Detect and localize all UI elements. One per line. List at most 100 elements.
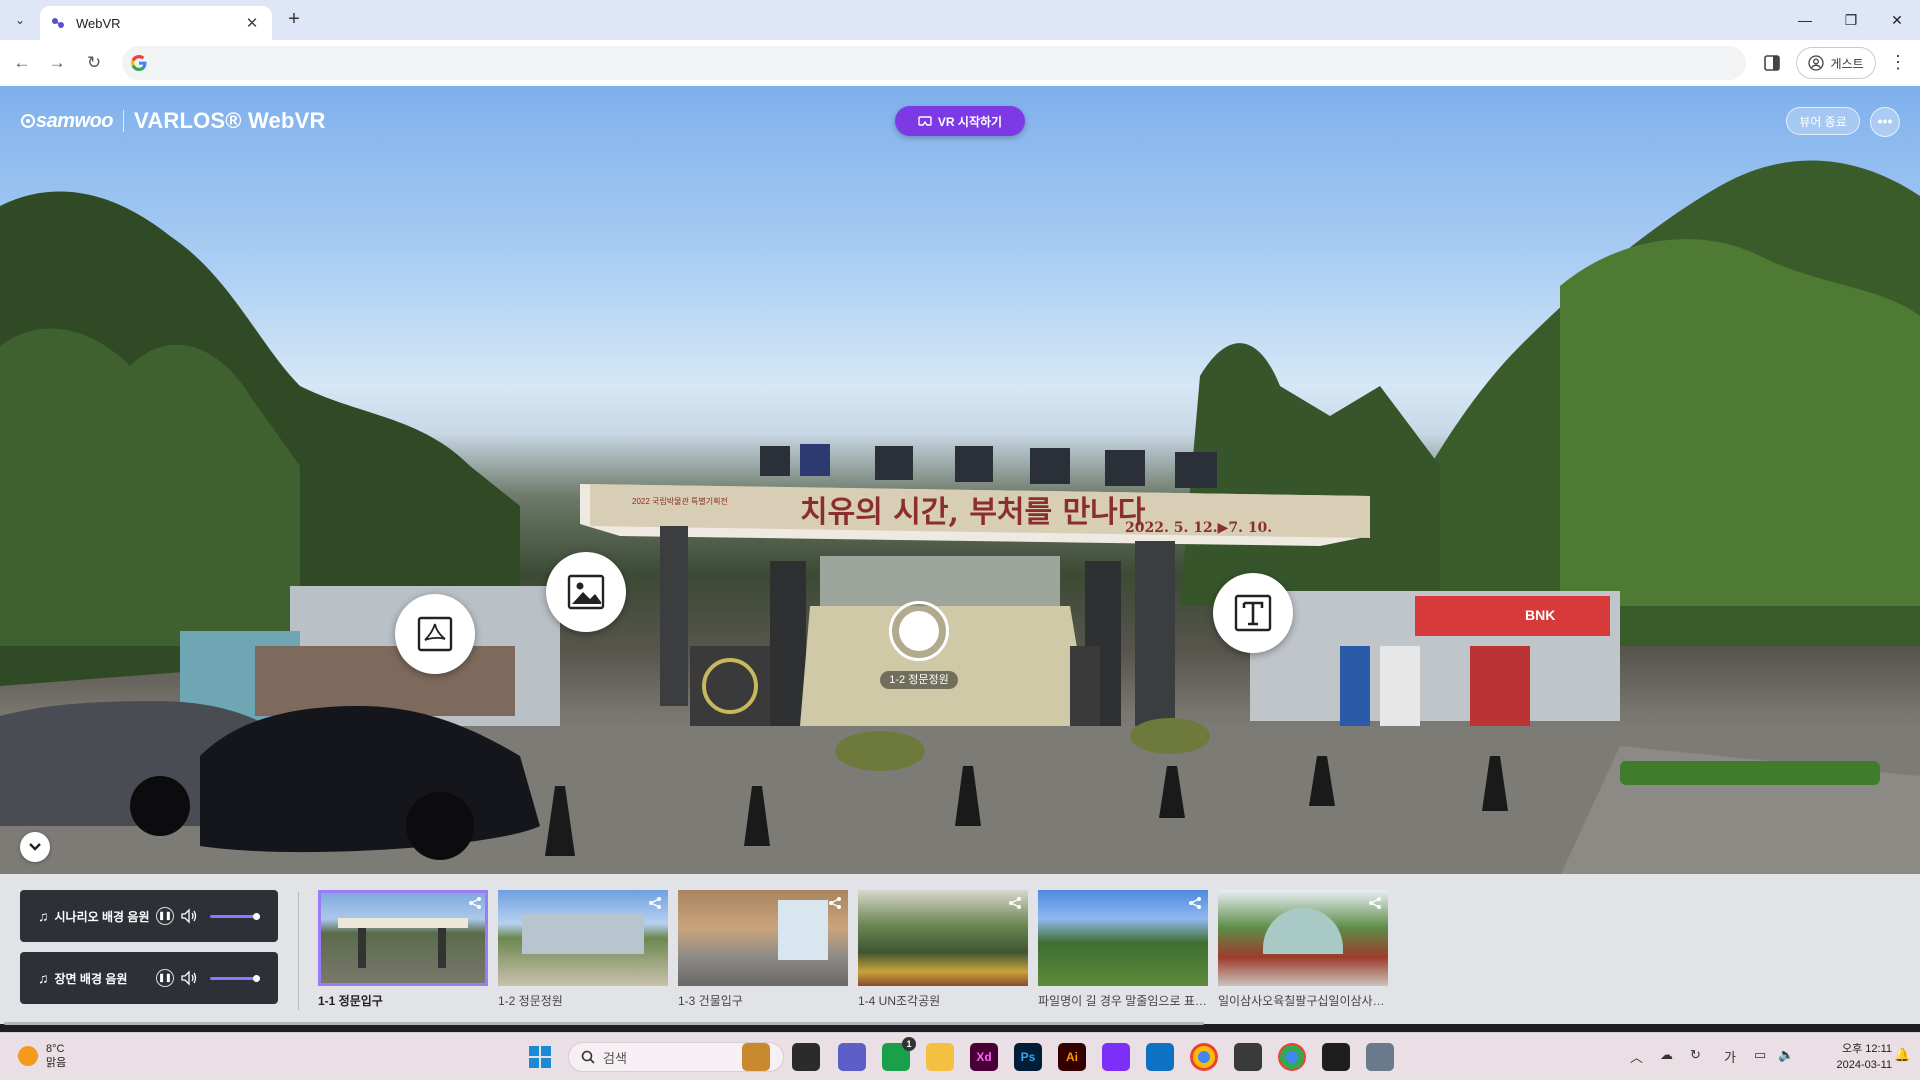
scene-caption: 1-1 정문입구 xyxy=(318,994,383,1008)
scene-caption: 파일명이 길 경우 말줄임으로 표시... xyxy=(1038,994,1208,1008)
exit-viewer-button[interactable]: 뷰어 종료 xyxy=(1786,107,1860,135)
speaker-icon[interactable] xyxy=(180,907,198,925)
scene-thumbnail-image xyxy=(1038,890,1208,986)
music-note-icon: ♫ xyxy=(38,970,49,986)
calculator-icon[interactable] xyxy=(1366,1043,1394,1071)
figma-icon[interactable] xyxy=(1322,1043,1350,1071)
start-vr-button[interactable]: VR 시작하기 xyxy=(895,106,1025,136)
scene-thumbnail[interactable]: 1-1 정문입구 xyxy=(318,890,488,1009)
task-view-icon[interactable] xyxy=(792,1043,820,1071)
reload-icon[interactable]: ↻ xyxy=(82,51,106,75)
panel-divider xyxy=(298,892,299,1010)
scene-thumbnail-image xyxy=(678,890,848,986)
scene-move-hotspot[interactable] xyxy=(889,601,949,661)
pause-icon[interactable]: ❚❚ xyxy=(156,969,174,987)
webvr-favicon-icon xyxy=(52,18,64,28)
briefcase-icon[interactable] xyxy=(742,1043,770,1071)
scene-thumbnail[interactable]: 1-2 정문정원 xyxy=(498,890,668,1009)
minimize-icon[interactable]: — xyxy=(1782,0,1828,40)
chrome-profile-icon[interactable] xyxy=(1278,1043,1306,1071)
windows-start-icon[interactable] xyxy=(526,1043,554,1071)
move-hotspot-label: 1-2 정문정원 xyxy=(880,671,958,689)
window-close-icon[interactable]: ✕ xyxy=(1874,0,1920,40)
address-bar[interactable] xyxy=(122,46,1746,80)
more-options-icon[interactable]: ••• xyxy=(1870,107,1900,137)
pdf-document-icon xyxy=(417,616,453,652)
pause-icon[interactable]: ❚❚ xyxy=(156,907,174,925)
illustrator-icon[interactable]: Ai xyxy=(1058,1043,1086,1071)
volume-slider[interactable] xyxy=(210,912,260,920)
browser-menu-icon[interactable]: ⋮ xyxy=(1888,53,1908,73)
scene-caption: 일이삼사오육칠팔구십일이삼사오... xyxy=(1218,994,1388,1008)
search-placeholder: 검색 xyxy=(603,1050,627,1066)
scene-thumbnail-image xyxy=(858,890,1028,986)
scene-panel: ♫ 시나리오 배경 음원 ❚❚ ♫ 장면 배경 음원 ❚❚ 1-1 정문입구 1… xyxy=(0,874,1920,1025)
scene-thumbnail[interactable]: 일이삼사오육칠팔구십일이삼사오... xyxy=(1218,890,1388,1009)
teams-icon[interactable] xyxy=(838,1043,866,1071)
weather-desc: 맑음 xyxy=(46,1057,67,1069)
forward-arrow-icon[interactable]: → xyxy=(45,51,69,75)
share-icon[interactable] xyxy=(1008,896,1022,910)
person-icon xyxy=(1808,55,1825,71)
browser-tab-bar: ⌄ WebVR ✕ + — ❐ ✕ xyxy=(0,0,1920,40)
share-icon[interactable] xyxy=(1368,896,1382,910)
profile-button[interactable]: 게스트 xyxy=(1796,47,1876,79)
vr-panorama-viewer[interactable]: 치유의 시간, 부처를 만나다 2022. 5. 12.▶7. 10. 2022… xyxy=(0,86,1920,874)
sun-icon xyxy=(18,1046,38,1066)
scenario-audio-label: 시나리오 배경 음원 xyxy=(54,909,150,924)
notes-icon[interactable] xyxy=(1234,1043,1262,1071)
chrome-icon[interactable] xyxy=(1190,1043,1218,1071)
share-icon[interactable] xyxy=(468,896,482,910)
share-icon[interactable] xyxy=(1188,896,1202,910)
volume-slider[interactable] xyxy=(210,974,260,982)
vscode-icon[interactable] xyxy=(1146,1043,1174,1071)
thumbnail-scrollbar[interactable] xyxy=(4,1022,1204,1025)
notification-bell-icon[interactable]: 🔔 xyxy=(1894,1047,1910,1063)
tab-close-icon[interactable]: ✕ xyxy=(242,14,262,32)
scene-thumbnail-image xyxy=(498,890,668,986)
chat-app-icon[interactable]: 1 xyxy=(882,1037,916,1071)
brand-title: VARLOS® WebVR xyxy=(134,108,326,133)
shop-sign: BNK xyxy=(1525,607,1555,623)
banner-dates: 2022. 5. 12.▶7. 10. xyxy=(1125,520,1272,536)
search-icon xyxy=(581,1050,595,1064)
cloud-off-icon[interactable]: ☁ xyxy=(1660,1047,1673,1063)
pdf-hotspot[interactable] xyxy=(395,594,475,674)
ime-indicator[interactable]: 가 xyxy=(1724,1047,1736,1066)
scene-audio-control: ♫ 장면 배경 음원 ❚❚ xyxy=(20,952,278,1004)
tab-search-chevron-icon[interactable]: ⌄ xyxy=(8,8,32,32)
brand-separator xyxy=(123,110,125,132)
vr-headset-icon xyxy=(918,116,932,126)
side-panel-icon[interactable] xyxy=(1762,53,1782,73)
network-icon[interactable]: ▭ xyxy=(1754,1047,1766,1063)
text-hotspot[interactable] xyxy=(1213,573,1293,653)
scene-thumbnail[interactable]: 1-4 UN조각공원 xyxy=(858,890,1028,1009)
restore-icon[interactable]: ❐ xyxy=(1828,0,1874,40)
share-icon[interactable] xyxy=(648,896,662,910)
weather-temp: 8°C xyxy=(46,1043,65,1055)
jetbrains-icon[interactable] xyxy=(1102,1043,1130,1071)
clock-time: 오후 12:11 xyxy=(1841,1043,1892,1055)
scene-thumbnail[interactable]: 1-3 건물입구 xyxy=(678,890,848,1009)
collapse-panel-button[interactable] xyxy=(20,832,50,862)
image-hotspot[interactable] xyxy=(546,552,626,632)
adobe-xd-icon[interactable]: Xd xyxy=(970,1043,998,1071)
profile-label: 게스트 xyxy=(1830,56,1864,71)
speaker-icon[interactable] xyxy=(180,969,198,987)
system-clock[interactable]: 오후 12:11 2024-03-11 xyxy=(1808,1041,1892,1073)
new-tab-plus-icon[interactable]: + xyxy=(282,8,306,32)
photoshop-icon[interactable]: Ps xyxy=(1014,1043,1042,1071)
scene-caption: 1-2 정문정원 xyxy=(498,994,563,1008)
brand-samwoo: samwoo xyxy=(36,109,114,132)
share-icon[interactable] xyxy=(828,896,842,910)
back-arrow-icon[interactable]: ← xyxy=(10,51,34,75)
weather-widget[interactable]: 8°C 맑음 xyxy=(18,1042,66,1070)
tray-chevron-up-icon[interactable]: ︿ xyxy=(1630,1047,1643,1066)
browser-tab[interactable]: WebVR ✕ xyxy=(40,6,272,40)
sync-icon[interactable]: ↻ xyxy=(1690,1047,1701,1063)
scene-thumbnail[interactable]: 파일명이 길 경우 말줄임으로 표시... xyxy=(1038,890,1208,1009)
file-explorer-icon[interactable] xyxy=(926,1043,954,1071)
volume-icon[interactable]: 🔈 xyxy=(1778,1047,1794,1063)
google-g-icon xyxy=(131,55,147,71)
text-t-icon xyxy=(1234,594,1272,632)
